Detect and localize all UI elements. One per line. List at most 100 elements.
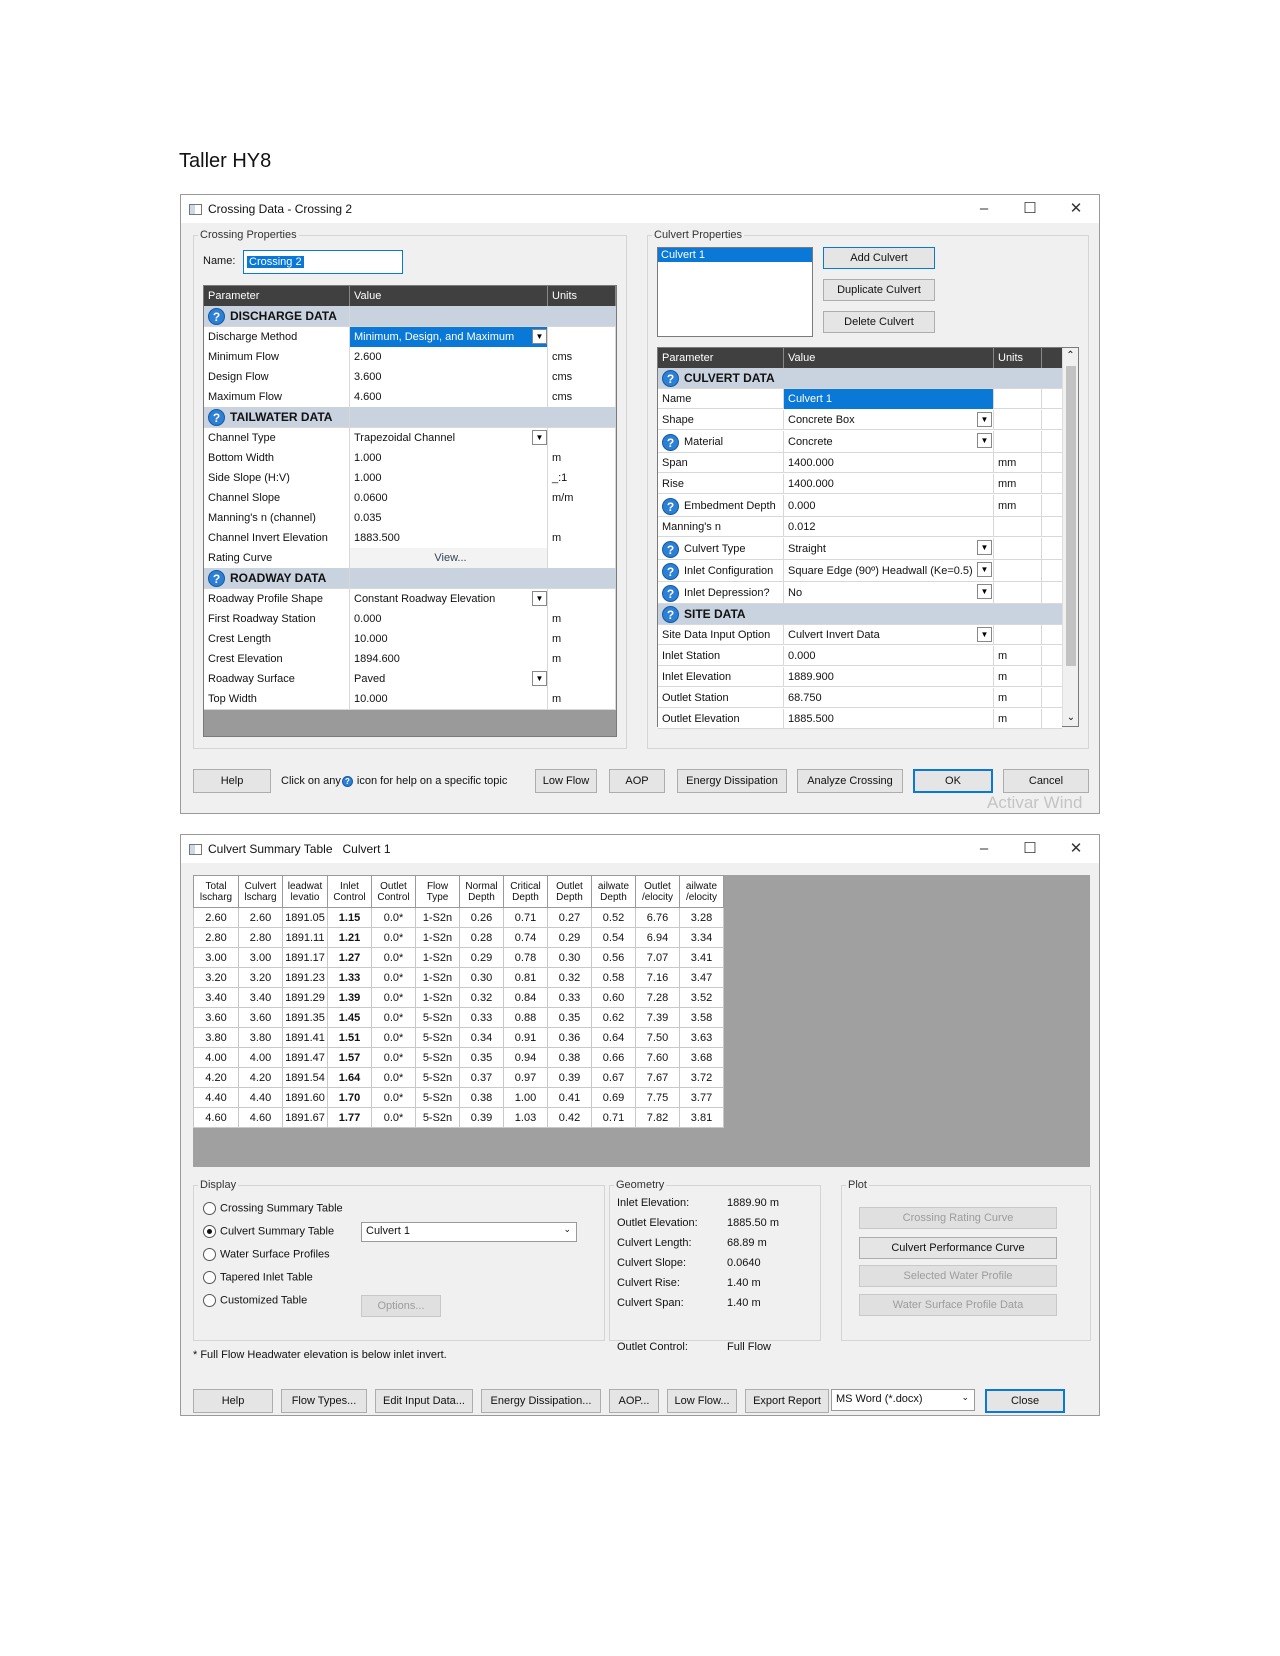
grid-row[interactable]: Outlet Station 68.750 m: [658, 688, 1062, 708]
scroll-down-icon[interactable]: ⌄: [1063, 710, 1079, 726]
crossing-name-input[interactable]: Crossing 2: [243, 250, 403, 274]
low-flow-button[interactable]: Low Flow: [535, 769, 597, 793]
export-format-select[interactable]: MS Word (*.docx) ⌄: [831, 1389, 975, 1411]
maximize-button[interactable]: ☐: [1007, 835, 1053, 863]
display-option-radio[interactable]: Tapered Inlet Table: [203, 1271, 313, 1284]
summary-help-button[interactable]: Help: [193, 1389, 273, 1413]
scroll-up-icon[interactable]: ⌃: [1063, 348, 1078, 364]
chevron-down-icon[interactable]: ▼: [532, 329, 547, 344]
chevron-down-icon[interactable]: ▼: [532, 430, 547, 445]
maximize-button[interactable]: ☐: [1007, 195, 1053, 223]
analyze-crossing-button[interactable]: Analyze Crossing: [797, 769, 903, 793]
culvert-list[interactable]: Culvert 1: [657, 247, 813, 337]
cancel-button[interactable]: Cancel: [1003, 769, 1089, 793]
help-question-icon[interactable]: ?: [662, 584, 679, 602]
add-culvert-button[interactable]: Add Culvert: [823, 247, 935, 269]
grid-row[interactable]: Minimum Flow 2.600 cms: [204, 347, 616, 368]
water-surface-profile-data-button[interactable]: Water Surface Profile Data: [859, 1294, 1057, 1316]
minimize-button[interactable]: –: [961, 195, 1007, 223]
help-question-icon[interactable]: ?: [662, 540, 679, 558]
chevron-down-icon[interactable]: ▼: [977, 412, 992, 427]
help-question-icon[interactable]: ?: [662, 497, 679, 515]
grid-row[interactable]: Name Culvert 1: [658, 389, 1062, 409]
grid-row[interactable]: Manning's n 0.012: [658, 517, 1062, 537]
radio-indicator[interactable]: [203, 1248, 216, 1261]
grid-row[interactable]: First Roadway Station 0.000 m: [204, 609, 616, 630]
grid-row[interactable]: Side Slope (H:V) 1.000 _:1: [204, 468, 616, 489]
radio-indicator[interactable]: [203, 1225, 216, 1238]
culvert-performance-curve-button[interactable]: Culvert Performance Curve: [859, 1237, 1057, 1259]
energy-dissipation-button[interactable]: Energy Dissipation...: [481, 1389, 601, 1413]
radio-indicator[interactable]: [203, 1294, 216, 1307]
grid-row[interactable]: Channel Slope 0.0600 m/m: [204, 488, 616, 509]
grid-row[interactable]: Inlet Elevation 1889.900 m: [658, 667, 1062, 687]
chevron-down-icon[interactable]: ▼: [977, 627, 992, 642]
grid-row[interactable]: Channel Invert Elevation 1883.500 m: [204, 528, 616, 549]
radio-indicator[interactable]: [203, 1271, 216, 1284]
grid-row[interactable]: Channel Type Trapezoidal Channel ▼: [204, 428, 616, 449]
row-value[interactable]: View...: [350, 548, 548, 568]
grid-row[interactable]: Crest Length 10.000 m: [204, 629, 616, 650]
vertical-scrollbar[interactable]: ⌃ ⌄: [1062, 348, 1078, 726]
grid-row[interactable]: Shape Concrete Box ▼: [658, 410, 1062, 430]
scrollbar-thumb[interactable]: [1066, 366, 1076, 666]
culvert-list-item[interactable]: Culvert 1: [658, 248, 812, 262]
grid-row[interactable]: ? Inlet Configuration Square Edge (90º) He…: [658, 560, 1062, 582]
flow-types-button[interactable]: Flow Types...: [281, 1389, 367, 1413]
grid-row[interactable]: Rise 1400.000 mm: [658, 474, 1062, 494]
chevron-down-icon[interactable]: ▼: [977, 433, 992, 448]
chevron-down-icon[interactable]: ▼: [532, 671, 547, 686]
grid-row[interactable]: ? Culvert Type Straight ▼: [658, 538, 1062, 560]
radio-indicator[interactable]: [203, 1202, 216, 1215]
grid-row[interactable]: ? Material Concrete ▼: [658, 431, 1062, 453]
delete-culvert-button[interactable]: Delete Culvert: [823, 311, 935, 333]
help-question-icon[interactable]: ?: [208, 409, 225, 427]
grid-row[interactable]: Design Flow 3.600 cms: [204, 367, 616, 388]
grid-row[interactable]: ? Inlet Depression? No ▼: [658, 582, 1062, 604]
grid-row[interactable]: Span 1400.000 mm: [658, 453, 1062, 473]
options-button[interactable]: Options...: [361, 1295, 441, 1317]
help-question-icon[interactable]: ?: [662, 370, 679, 388]
duplicate-culvert-button[interactable]: Duplicate Culvert: [823, 279, 935, 301]
grid-row[interactable]: Bottom Width 1.000 m: [204, 448, 616, 469]
display-option-radio[interactable]: Crossing Summary Table: [203, 1202, 343, 1215]
grid-row[interactable]: Site Data Input Option Culvert Invert Dat…: [658, 625, 1062, 645]
grid-row[interactable]: Inlet Station 0.000 m: [658, 646, 1062, 666]
ok-button[interactable]: OK: [913, 769, 993, 793]
display-option-radio[interactable]: Water Surface Profiles: [203, 1248, 330, 1261]
help-question-icon[interactable]: ?: [662, 433, 679, 451]
help-question-icon[interactable]: ?: [208, 570, 225, 588]
help-question-icon[interactable]: ?: [662, 606, 679, 624]
grid-row[interactable]: Roadway Surface Paved ▼: [204, 669, 616, 690]
aop-button[interactable]: AOP...: [609, 1389, 659, 1413]
close-button[interactable]: Close: [985, 1389, 1065, 1413]
low-flow-button[interactable]: Low Flow...: [667, 1389, 737, 1413]
chevron-down-icon[interactable]: ▼: [977, 540, 992, 555]
grid-row[interactable]: Crest Elevation 1894.600 m: [204, 649, 616, 670]
export-report-button[interactable]: Export Report: [745, 1389, 829, 1413]
energy-dissipation-button[interactable]: Energy Dissipation: [677, 769, 787, 793]
culvert-select[interactable]: Culvert 1 ⌄: [361, 1222, 577, 1242]
chevron-down-icon[interactable]: ▼: [977, 584, 992, 599]
help-question-icon[interactable]: ?: [662, 562, 679, 580]
chevron-down-icon[interactable]: ▼: [532, 591, 547, 606]
minimize-button[interactable]: –: [961, 835, 1007, 863]
close-window-button[interactable]: ✕: [1053, 195, 1099, 223]
help-button[interactable]: Help: [193, 769, 271, 793]
aop-button[interactable]: AOP: [609, 769, 665, 793]
grid-row[interactable]: Rating Curve View...: [204, 548, 616, 569]
grid-row[interactable]: ? Embedment Depth 0.000 mm: [658, 495, 1062, 517]
chevron-down-icon[interactable]: ▼: [977, 562, 992, 577]
display-option-radio[interactable]: Customized Table: [203, 1294, 307, 1307]
grid-row[interactable]: Maximum Flow 4.600 cms: [204, 387, 616, 408]
selected-water-profile-button[interactable]: Selected Water Profile: [859, 1265, 1057, 1287]
grid-row[interactable]: Discharge Method Minimum, Design, and Max…: [204, 327, 616, 348]
help-question-icon[interactable]: ?: [208, 308, 225, 326]
grid-row[interactable]: Manning's n (channel) 0.035: [204, 508, 616, 529]
grid-row[interactable]: Top Width 10.000 m: [204, 689, 616, 710]
grid-row[interactable]: Roadway Profile Shape Constant Roadway El…: [204, 589, 616, 610]
crossing-rating-curve-button[interactable]: Crossing Rating Curve: [859, 1207, 1057, 1229]
display-option-radio[interactable]: Culvert Summary Table: [203, 1225, 334, 1238]
grid-row[interactable]: Outlet Elevation 1885.500 m: [658, 709, 1062, 729]
edit-input-data-button[interactable]: Edit Input Data...: [375, 1389, 473, 1413]
